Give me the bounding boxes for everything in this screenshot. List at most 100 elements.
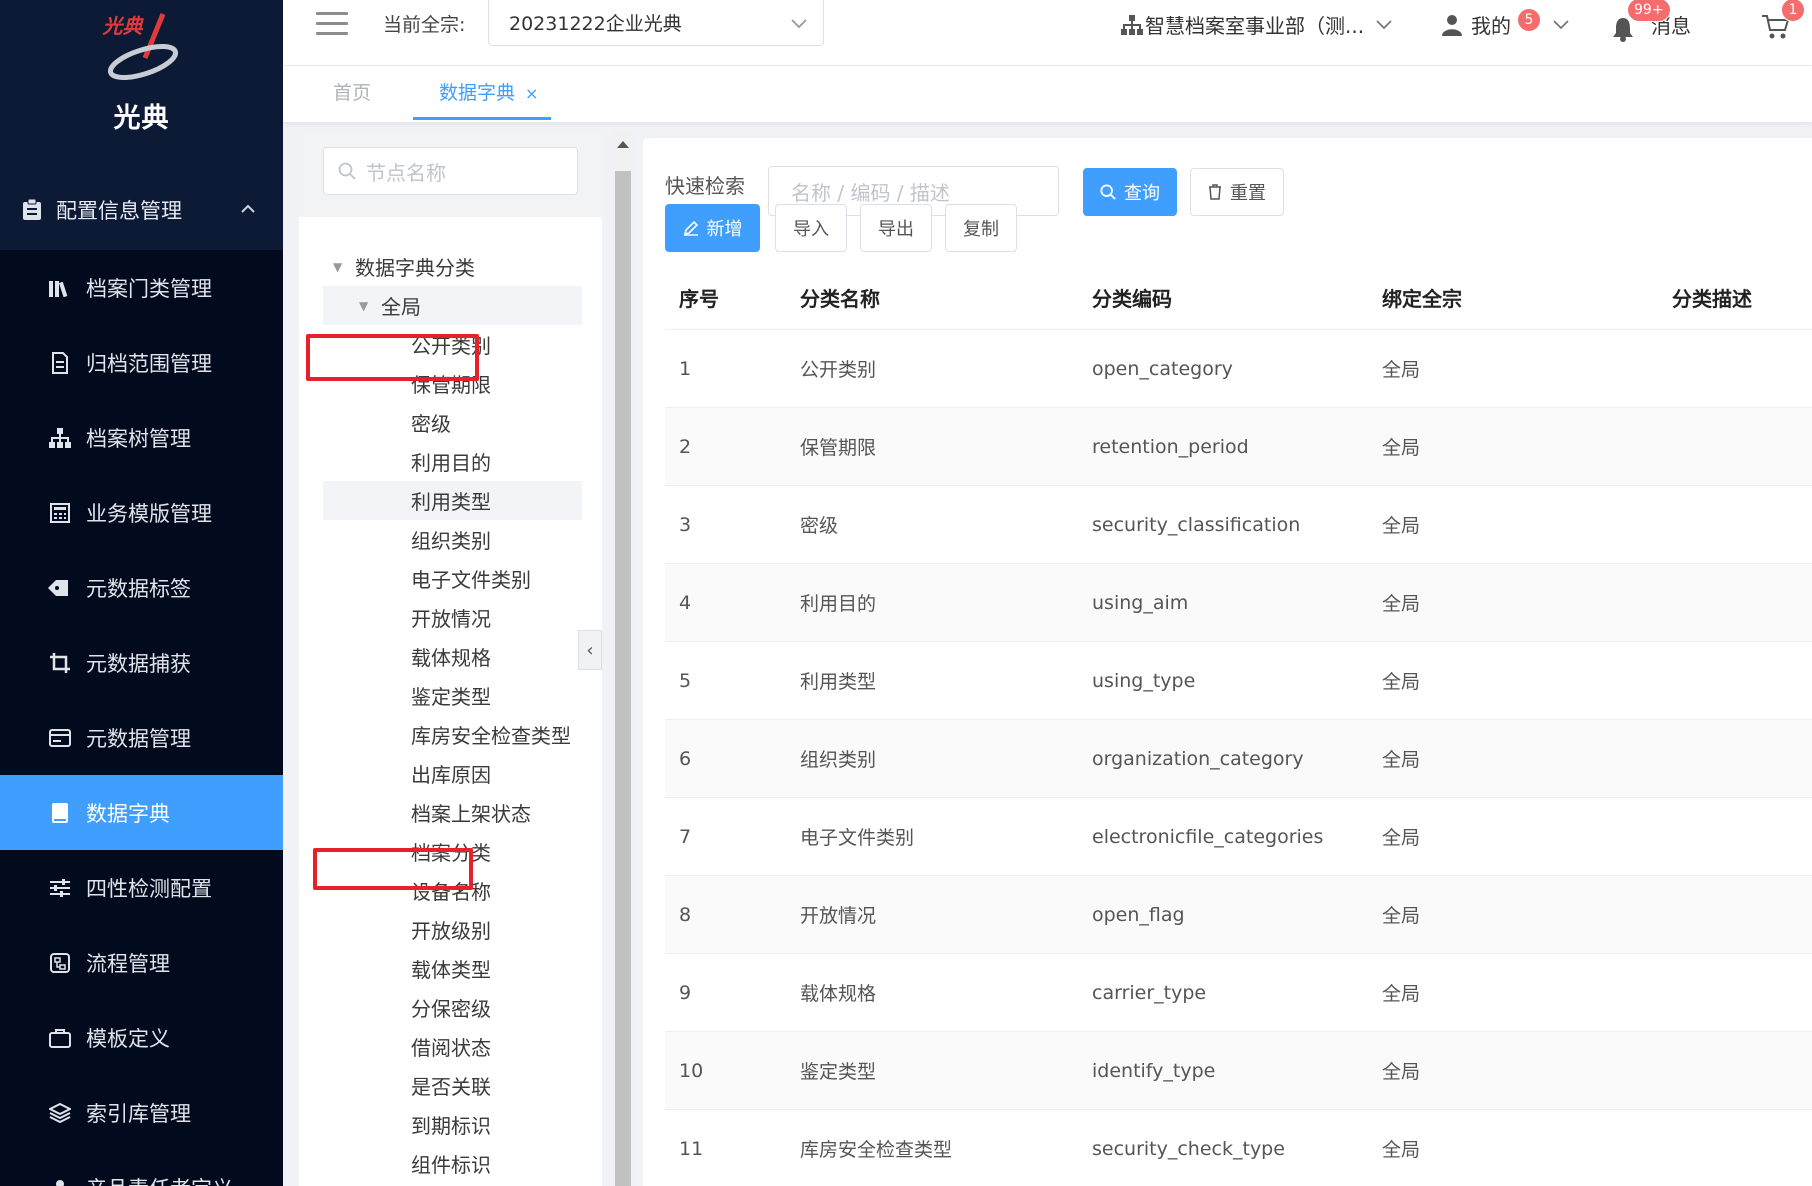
org-switcher[interactable]: 智慧档案室事业部（测...: [1121, 10, 1392, 39]
tree-node-child[interactable]: 组件标识: [323, 1144, 582, 1183]
table-row[interactable]: 1 公开类别 open_category 全局: [665, 330, 1812, 408]
tree-node-child[interactable]: 鉴定类型: [323, 676, 582, 715]
cell-index: 4: [679, 591, 692, 614]
tree-node-child[interactable]: 到期标识: [323, 1105, 582, 1144]
table-row[interactable]: 10 鉴定类型 identify_type 全局: [665, 1032, 1812, 1110]
layers-icon: [48, 1101, 72, 1125]
scrollbar[interactable]: [612, 131, 634, 1186]
table-row[interactable]: 7 电子文件类别 electronicfile_categories 全局: [665, 798, 1812, 876]
tree-node-label: 组件标识: [411, 1153, 491, 1177]
table-row[interactable]: 4 利用目的 using_aim 全局: [665, 564, 1812, 642]
tree-node-child[interactable]: 利用目的: [323, 442, 582, 481]
tree-node-child[interactable]: 借阅状态: [323, 1027, 582, 1066]
tree-node-child[interactable]: 出库原因: [323, 754, 582, 793]
sliders-icon: [48, 876, 72, 900]
tree-node-child[interactable]: 分保密级: [323, 988, 582, 1027]
query-button[interactable]: 查询: [1083, 168, 1177, 216]
clipboard-icon: [20, 198, 44, 222]
table-row[interactable]: 5 利用类型 using_type 全局: [665, 642, 1812, 720]
collapse-tree-button[interactable]: ‹: [578, 630, 602, 670]
sidebar-item-metadata-manage[interactable]: 元数据管理: [0, 700, 283, 775]
sidebar-item-template-definition[interactable]: 模板定义: [0, 1000, 283, 1075]
sidebar-item-four-checks[interactable]: 四性检测配置: [0, 850, 283, 925]
tree-node-label: 全局: [381, 295, 421, 319]
sidebar-item-product-owner[interactable]: 产品责任者定义: [0, 1150, 283, 1186]
cell-fonds: 全局: [1382, 437, 1421, 459]
messages-badge: 99+: [1627, 0, 1671, 22]
add-button[interactable]: 新增: [665, 204, 760, 252]
column-header-code: 分类编码: [1092, 287, 1172, 311]
tree-node-child[interactable]: 库房安全检查类型: [323, 715, 582, 754]
table-row[interactable]: 11 库房安全检查类型 security_check_type 全局: [665, 1110, 1812, 1186]
tree-node-root[interactable]: ▼ 数据字典分类: [323, 247, 582, 286]
table-row[interactable]: 8 开放情况 open_flag 全局: [665, 876, 1812, 954]
sidebar-item-index-library[interactable]: 索引库管理: [0, 1075, 283, 1150]
tree-node-child[interactable]: 档案分类: [323, 832, 582, 871]
import-button[interactable]: 导入: [775, 204, 847, 252]
sidebar-item-metadata-tag[interactable]: 元数据标签: [0, 550, 283, 625]
cell-index: 6: [679, 747, 692, 770]
sidebar-item-archive-scope[interactable]: 归档范围管理: [0, 325, 283, 400]
flow-icon: [48, 951, 72, 975]
tree-node-child[interactable]: 是否关联: [323, 1066, 582, 1105]
tree-node-child[interactable]: 载体类型: [323, 949, 582, 988]
sidebar-item-label: 流程管理: [86, 951, 170, 976]
tab-data-dictionary[interactable]: 数据字典 ×: [413, 66, 551, 120]
cell-name: 鉴定类型: [800, 1061, 877, 1083]
fonds-select[interactable]: 20231222企业光典: [488, 0, 824, 46]
org-tree-icon: [48, 426, 72, 450]
tree-node-child[interactable]: 利用类型: [323, 481, 582, 520]
cell-fonds: 全局: [1382, 515, 1421, 537]
tree-node-child[interactable]: 公开类别: [323, 325, 582, 364]
dictionary-table: 序号 分类名称 分类编码 绑定全宗 分类描述 1 公开类别 open_categor…: [665, 266, 1812, 1186]
cell-name: 保管期限: [800, 437, 877, 459]
tree-node-child[interactable]: 组织类别: [323, 520, 582, 559]
table-row[interactable]: 3 密级 security_classification 全局: [665, 486, 1812, 564]
org-name: 智慧档案室事业部（测...: [1145, 14, 1365, 38]
scroll-up-icon[interactable]: [617, 141, 629, 148]
tab-home[interactable]: 首页: [333, 66, 371, 120]
sidebar-item-archive-tree[interactable]: 档案树管理: [0, 400, 283, 475]
menu-config-info[interactable]: 配置信息管理: [0, 170, 283, 250]
table-row[interactable]: 9 载体规格 carrier_type 全局: [665, 954, 1812, 1032]
export-button[interactable]: 导出: [860, 204, 932, 252]
hamburger-menu-icon[interactable]: [316, 12, 348, 38]
tree-node-child[interactable]: 设备名称: [323, 871, 582, 910]
cell-code: electronicfile_categories: [1092, 825, 1324, 848]
tree-node-child[interactable]: 载体规格: [323, 637, 582, 676]
table-row[interactable]: 6 组织类别 organization_category 全局: [665, 720, 1812, 798]
tree-node-label: 库房安全检查类型: [411, 724, 571, 748]
tree-search-input[interactable]: 节点名称: [323, 147, 578, 195]
cell-code: open_category: [1092, 357, 1233, 380]
reset-button[interactable]: 重置: [1190, 168, 1284, 216]
books-icon: [48, 276, 72, 300]
sidebar-item-metadata-capture[interactable]: 元数据捕获: [0, 625, 283, 700]
cell-index: 3: [679, 513, 692, 536]
close-icon[interactable]: ×: [525, 84, 538, 103]
tree-search-placeholder: 节点名称: [366, 160, 446, 185]
tree-node-label: 鉴定类型: [411, 685, 491, 709]
tree-node-child[interactable]: 档案上架状态: [323, 793, 582, 832]
cart-button[interactable]: 1: [1761, 0, 1805, 41]
user-menu[interactable]: 我的 5: [1441, 7, 1569, 39]
sidebar-item-data-dictionary[interactable]: 数据字典: [0, 775, 283, 850]
sidebar-item-workflow[interactable]: 流程管理: [0, 925, 283, 1000]
tree-node-child[interactable]: 电子文件类别: [323, 559, 582, 598]
tree-node-global[interactable]: ▼ 全局: [323, 286, 582, 325]
cell-index: 8: [679, 903, 692, 926]
scrollbar-thumb[interactable]: [615, 171, 631, 1186]
tree-node-child[interactable]: 开放级别: [323, 910, 582, 949]
sidebar-item-archive-category[interactable]: 档案门类管理: [0, 250, 283, 325]
messages-button[interactable]: 99+ 消息: [1611, 0, 1691, 42]
tree-node-child[interactable]: 密级: [323, 403, 582, 442]
copy-button[interactable]: 复制: [945, 204, 1017, 252]
tree-node-child[interactable]: 保管期限: [323, 364, 582, 403]
cell-index: 1: [679, 357, 692, 380]
tree-node-child[interactable]: 开放情况: [323, 598, 582, 637]
sidebar-item-business-template[interactable]: 业务模版管理: [0, 475, 283, 550]
cart-badge: 1: [1781, 0, 1805, 22]
table-row[interactable]: 2 保管期限 retention_period 全局: [665, 408, 1812, 486]
edit-icon: [683, 220, 699, 236]
user-menu-label: 我的: [1471, 14, 1511, 38]
tree-node-label: 电子文件类别: [411, 568, 531, 592]
